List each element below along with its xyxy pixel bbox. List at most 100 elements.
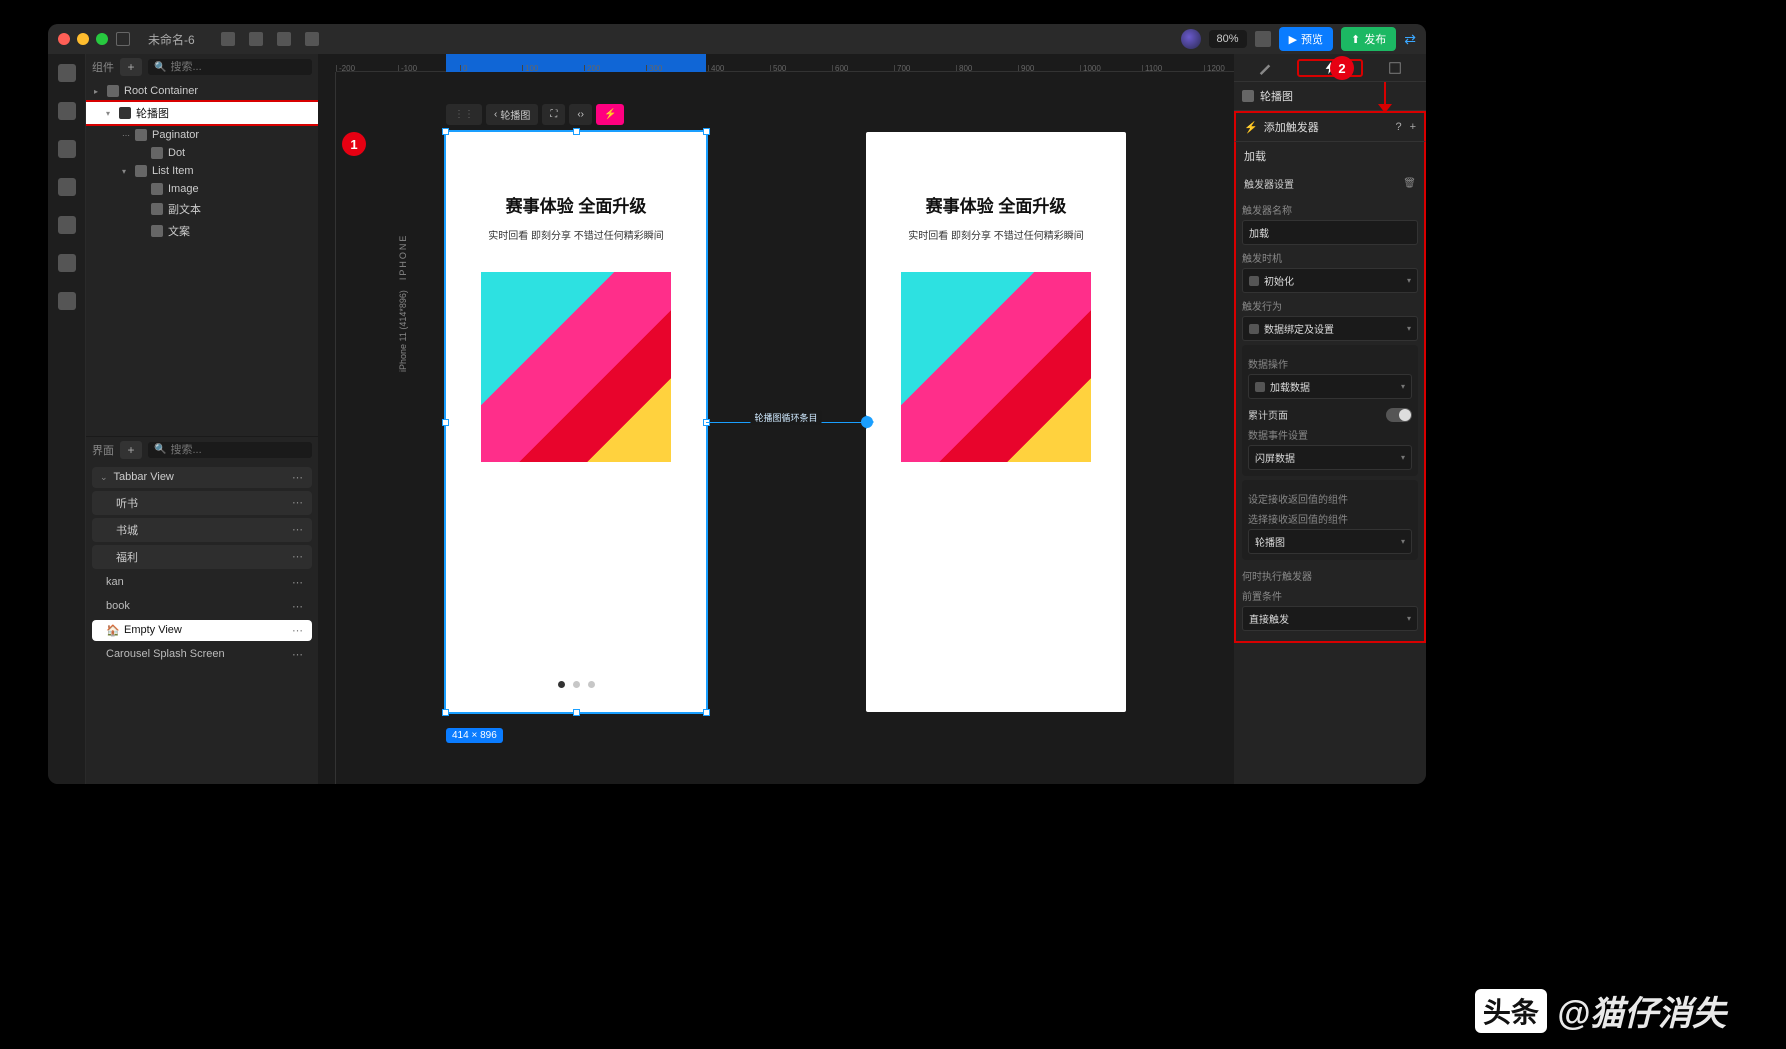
pages-list: ⌄Tabbar View⋯ 听书⋯ 书城⋯ 福利⋯ kan⋯ book⋯ 🏠Empty Vi… [86,463,318,669]
add-trigger-button[interactable]: + [1410,121,1416,133]
trigger-name-heading: 加载 [1242,142,1418,170]
tree-item[interactable]: ▸Root Container [86,82,318,100]
page-item[interactable]: 书城⋯ [92,518,312,542]
tree-item[interactable]: 文案 [86,220,318,242]
resize-handle[interactable] [442,419,449,426]
left-rail [48,54,86,784]
page-item[interactable]: 听书⋯ [92,491,312,515]
component-tree: ▸Root Container▾轮播图⋯PaginatorDot▾List It… [86,80,318,244]
components-panel-header: 组件 + 🔍 [86,54,318,80]
page-item[interactable]: 福利⋯ [92,545,312,569]
publish-button[interactable]: ⬆ 发布 [1341,27,1396,51]
page-item[interactable]: kan⋯ [92,572,312,593]
close-icon[interactable] [58,33,70,45]
ruler-tick: 200 [584,65,600,71]
pager-dot[interactable] [588,681,595,688]
zoom-level[interactable]: 80% [1209,30,1247,48]
add-page-button[interactable]: + [120,441,142,459]
canvas-area[interactable]: -200-10001002003004005006007008009001000… [318,54,1234,784]
page-item[interactable]: 🏠Empty View⋯ [92,620,312,641]
document-title: 未命名-6 [148,31,195,48]
ruler-selection [446,54,706,72]
resize-handle[interactable] [442,128,449,135]
artboard-selected[interactable]: 赛事体验 全面升级 实时回看 即刻分享 不错过任何精彩瞬间 [446,132,706,712]
grid-icon[interactable] [221,32,235,46]
crumb-grip[interactable]: ⋮⋮ [446,104,482,125]
connector-arrow-icon [866,415,874,429]
add-component-button[interactable]: + [120,58,142,76]
return-component-select[interactable]: 轮播图▾ [1248,529,1412,554]
artboard-subtitle: 实时回看 即刻分享 不错过任何精彩瞬间 [464,227,688,242]
rail-stack-icon[interactable] [58,178,76,196]
resize-handle[interactable] [703,709,710,716]
tree-item[interactable]: ▾轮播图 [86,100,318,126]
rail-cube-icon[interactable] [58,64,76,82]
crumb-component[interactable]: ‹ 轮播图 [486,104,538,125]
data-operation-select[interactable]: 加载数据▾ [1248,374,1412,399]
bolt-icon[interactable] [305,32,319,46]
link-icon[interactable] [277,32,291,46]
trigger-name-input[interactable]: 加载 [1242,220,1418,245]
pages-search-input[interactable] [170,444,306,456]
rail-tree-icon[interactable] [58,102,76,120]
device-icon[interactable] [1255,31,1271,47]
ruler-tick: 400 [708,65,724,71]
page-item[interactable]: book⋯ [92,596,312,617]
tab-style[interactable] [1234,61,1296,75]
annotation-arrow-head [1378,104,1392,113]
precondition-select[interactable]: 直接触发▾ [1242,606,1418,631]
crumb-bolt-icon[interactable]: ⚡ [596,104,624,125]
paginator [446,681,706,688]
trigger-action-select[interactable]: 数据绑定及设置▾ [1242,316,1418,341]
watermark-logo: 头条 [1475,989,1547,1033]
rail-layers-icon[interactable] [58,140,76,158]
bolt-icon: ⚡ [1244,121,1258,134]
window-controls[interactable] [58,33,108,45]
pages-panel-header: 界面 + 🔍 [86,437,318,463]
rail-grid-icon[interactable] [58,254,76,272]
target-icon [1249,276,1259,286]
size-badge: 414 × 896 [446,728,503,743]
resize-handle[interactable] [573,709,580,716]
avatar[interactable] [1181,29,1201,49]
pages-search[interactable]: 🔍 [148,442,312,458]
ruler-tick: 1100 [1142,65,1162,71]
help-icon[interactable]: ? [1395,121,1401,133]
pager-dot[interactable] [558,681,565,688]
add-trigger-row: ⚡ 添加触发器 ? + [1234,111,1426,142]
settings-toggle-icon[interactable]: ⇄ [1404,31,1416,48]
rail-list-icon[interactable] [58,292,76,310]
tab-more[interactable] [1364,61,1426,75]
annotation-2: 2 [1330,56,1354,80]
artboard[interactable]: 赛事体验 全面升级 实时回看 即刻分享 不错过任何精彩瞬间 [866,132,1126,712]
shape-icon[interactable] [249,32,263,46]
artboard-image [901,272,1091,462]
tree-item[interactable]: Image [86,180,318,198]
crumb-code-icon[interactable]: ‹› [569,104,592,125]
ruler-tick: 700 [894,65,910,71]
components-search[interactable]: 🔍 [148,59,312,75]
delete-trigger-button[interactable]: 🗑 [1403,178,1416,189]
resize-handle[interactable] [573,128,580,135]
accumulate-toggle[interactable] [1386,408,1412,422]
trigger-timing-select[interactable]: 初始化▾ [1242,268,1418,293]
ruler-tick: 300 [646,65,662,71]
data-event-select[interactable]: 闪屏数据▾ [1248,445,1412,470]
page-group[interactable]: ⌄Tabbar View⋯ [92,467,312,488]
page-item[interactable]: Carousel Splash Screen⋯ [92,644,312,665]
maximize-icon[interactable] [96,33,108,45]
pager-dot[interactable] [573,681,580,688]
resize-handle[interactable] [703,128,710,135]
tree-item[interactable]: ⋯Paginator [86,126,318,144]
ruler-horizontal: -200-10001002003004005006007008009001000… [336,54,1234,72]
tree-item[interactable]: 副文本 [86,198,318,220]
preview-button[interactable]: ▶ 预览 [1279,27,1333,51]
tree-item[interactable]: ▾List Item [86,162,318,180]
components-search-input[interactable] [170,61,306,73]
crumb-expand-icon[interactable]: ⛶ [542,104,565,125]
rail-brush-icon[interactable] [58,216,76,234]
minimize-icon[interactable] [77,33,89,45]
resize-handle[interactable] [442,709,449,716]
connector-line[interactable]: 轮播图循环条目 [706,422,866,423]
tree-item[interactable]: Dot [86,144,318,162]
